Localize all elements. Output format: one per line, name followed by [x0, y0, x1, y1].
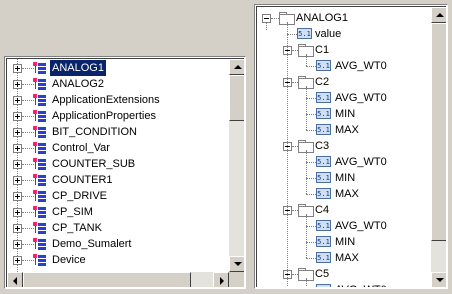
- object-icon: [33, 142, 47, 154]
- tree-guide-line: [306, 242, 316, 243]
- value-icon: 5.1: [316, 124, 331, 135]
- tree-value-label[interactable]: value: [315, 26, 341, 42]
- tree-guide-line: [306, 162, 316, 163]
- tree-leaf-label[interactable]: MAX: [335, 186, 359, 202]
- tree-item-label: ApplicationExtensions: [52, 94, 160, 106]
- value-icon: 5.1: [316, 156, 331, 167]
- value-icon: 5.1: [316, 108, 331, 119]
- attribute-tree-vertical-scrollbar[interactable]: [431, 7, 446, 287]
- value-icon: 5.1: [316, 220, 331, 231]
- vertical-scroll-thumb[interactable]: [431, 23, 446, 241]
- tree-item-label: BIT_CONDITION: [52, 126, 137, 138]
- value-icon: 5.1: [316, 172, 331, 183]
- tree-guide-line: [306, 226, 316, 227]
- object-icon: [33, 78, 47, 90]
- object-tree-panel[interactable]: ANALOG1 ANALOG2 ApplicationExtensions Appli…: [4, 56, 246, 289]
- vertical-scroll-thumb[interactable]: [229, 75, 244, 121]
- scroll-down-button[interactable]: [431, 272, 446, 287]
- value-icon: 5.1: [316, 252, 331, 263]
- tree-item-label: Demo_Sumalert: [52, 238, 132, 250]
- tree-item-label: COUNTER1: [52, 174, 113, 186]
- tree-item-label: CP_TANK: [52, 222, 102, 234]
- tree-group-label[interactable]: C5: [315, 266, 329, 282]
- tree-guide-line: [306, 194, 316, 195]
- object-icon: [33, 62, 47, 74]
- tree-item-label: CP_SIM: [52, 206, 93, 218]
- tree-guide-line: [306, 86, 307, 130]
- tree-guide-line: [287, 34, 297, 35]
- tree-guide-line: [306, 178, 316, 179]
- object-icon: [33, 254, 47, 266]
- tree-leaf-label[interactable]: AVG_WT0: [335, 282, 387, 287]
- scroll-right-button[interactable]: [213, 272, 229, 287]
- tree-group-label[interactable]: C1: [315, 42, 329, 58]
- object-tree-horizontal-scrollbar[interactable]: [7, 272, 229, 287]
- object-icon: [33, 222, 47, 234]
- expand-icon[interactable]: [13, 256, 22, 265]
- tree-leaf-label[interactable]: MAX: [335, 250, 359, 266]
- value-icon: 5.1: [316, 92, 331, 103]
- tree-leaf-label[interactable]: MIN: [335, 170, 355, 186]
- tree-leaf-label[interactable]: AVG_WT0: [335, 154, 387, 170]
- tree-guide-line: [266, 22, 267, 30]
- tree-guide-line: [306, 66, 316, 67]
- tree-guide-line: [306, 258, 316, 259]
- object-tree-vertical-scrollbar[interactable]: [229, 59, 244, 272]
- value-icon: 5.1: [316, 60, 331, 71]
- object-icon: [33, 94, 47, 106]
- tree-leaf-label[interactable]: AVG_WT0: [335, 90, 387, 106]
- tree-item-label: COUNTER_SUB: [52, 158, 136, 170]
- tree-item-label: ApplicationProperties: [52, 110, 156, 122]
- scroll-down-button[interactable]: [229, 256, 244, 272]
- arrow-down-icon: [234, 262, 242, 266]
- horizontal-scroll-thumb[interactable]: [23, 272, 191, 287]
- tree-item-label: ANALOG2: [52, 78, 104, 90]
- object-icon: [33, 206, 47, 218]
- tree-guide-line: [306, 54, 307, 66]
- tree-guide-line: [306, 130, 316, 131]
- tree-item-label: Device: [52, 254, 86, 266]
- tree-leaf-label[interactable]: MAX: [335, 122, 359, 138]
- tree-root-label[interactable]: ANALOG1: [296, 10, 348, 26]
- arrow-down-icon: [436, 278, 444, 282]
- tree-group-label[interactable]: C2: [315, 74, 329, 90]
- tree-guide-line: [306, 150, 307, 194]
- object-icon: [33, 158, 47, 170]
- tree-item-label: CP_DRIVE: [52, 190, 108, 202]
- tree-group-label[interactable]: C3: [315, 138, 329, 154]
- tree-guide-line: [271, 18, 279, 19]
- tree-item-label: Control_Var: [52, 142, 110, 154]
- tree-guide-line: [306, 278, 307, 287]
- tree-leaf-label[interactable]: AVG_WT0: [335, 218, 387, 234]
- object-icon: [33, 126, 47, 138]
- object-icon: [33, 238, 47, 250]
- tree-leaf-label[interactable]: MIN: [335, 106, 355, 122]
- value-icon: 5.1: [316, 188, 331, 199]
- tree-leaf-label[interactable]: MIN: [335, 234, 355, 250]
- arrow-right-icon: [220, 277, 224, 285]
- tree-item-label: ANALOG1: [50, 60, 106, 76]
- object-icon: [33, 110, 47, 122]
- value-icon: 5.1: [316, 236, 331, 247]
- tree-guide-line: [287, 22, 288, 287]
- tree-guide-line: [306, 214, 307, 258]
- tree-guide-line: [306, 98, 316, 99]
- scroll-up-button[interactable]: [431, 7, 446, 23]
- attribute-tree-panel[interactable]: ANALOG1 5.1 value C1 5.1 AVG_WT0 C2 5.1 AVG_WT0 5…: [254, 4, 448, 289]
- tree-guide-line: [306, 114, 316, 115]
- tree-group-label[interactable]: C4: [315, 202, 329, 218]
- scroll-left-button[interactable]: [7, 272, 23, 287]
- scrollbar-corner: [229, 272, 244, 287]
- arrow-left-icon: [13, 277, 17, 285]
- object-icon: [33, 190, 47, 202]
- scroll-up-button[interactable]: [229, 59, 244, 75]
- tree-leaf-label[interactable]: AVG_WT0: [335, 58, 387, 74]
- value-icon: 5.1: [316, 284, 331, 287]
- arrow-up-icon: [436, 13, 444, 17]
- arrow-up-icon: [234, 65, 242, 69]
- object-icon: [33, 174, 47, 186]
- value-icon: 5.1: [297, 28, 312, 39]
- attribute-tree-viewport: ANALOG1 5.1 value C1 5.1 AVG_WT0 C2 5.1 AVG_WT0 5…: [256, 6, 446, 287]
- object-tree-viewport: ANALOG1 ANALOG2 ApplicationExtensions Appli…: [6, 58, 244, 287]
